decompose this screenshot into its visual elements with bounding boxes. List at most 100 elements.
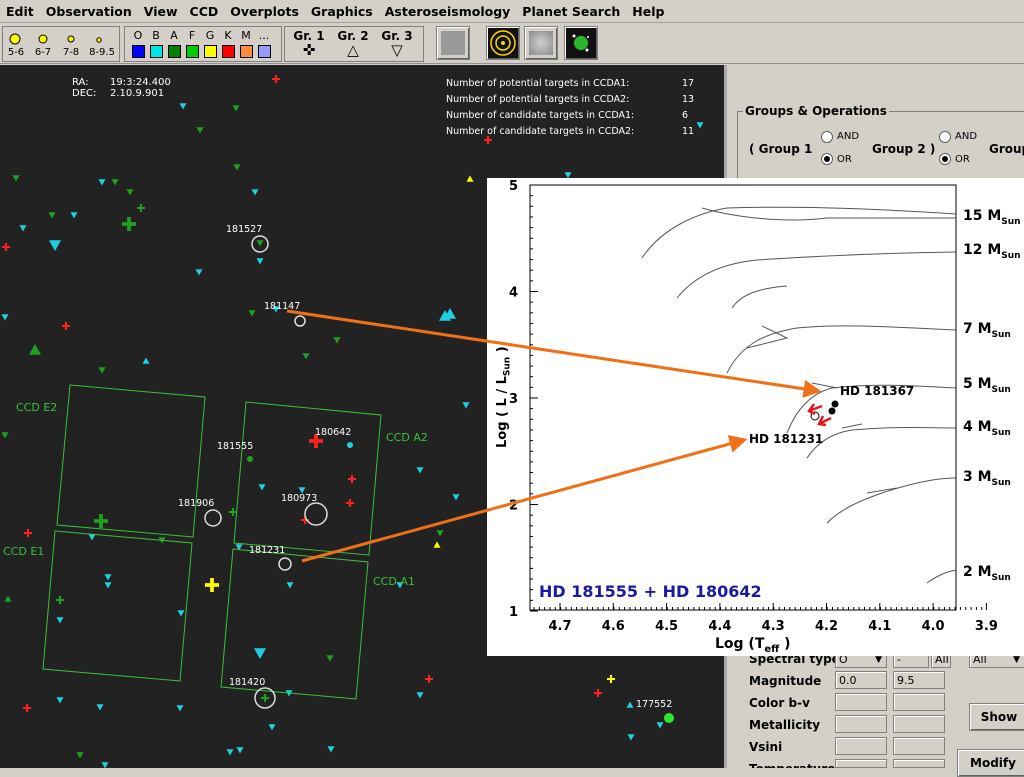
menu-planet-search[interactable]: Planet Search xyxy=(516,4,626,19)
star-marker[interactable] xyxy=(251,189,259,196)
star-marker[interactable] xyxy=(627,734,635,741)
star-marker[interactable] xyxy=(23,704,31,712)
star-marker[interactable] xyxy=(205,578,219,592)
menu-asteroseismology[interactable]: Asteroseismology xyxy=(379,4,517,19)
group1-or-radio[interactable] xyxy=(821,153,833,165)
spectral-type-legend[interactable]: O B A F G K M... xyxy=(124,26,282,62)
star-marker[interactable] xyxy=(126,189,134,196)
star-marker[interactable] xyxy=(24,529,32,537)
target-ring[interactable] xyxy=(278,557,292,571)
star-marker[interactable] xyxy=(462,402,470,409)
noise-view-button[interactable] xyxy=(524,26,558,60)
star-marker[interactable] xyxy=(286,582,294,589)
star-marker[interactable] xyxy=(104,574,112,581)
star-marker[interactable] xyxy=(248,310,256,317)
star-marker[interactable] xyxy=(348,475,356,483)
menu-observation[interactable]: Observation xyxy=(40,4,138,19)
star-marker[interactable] xyxy=(346,499,354,507)
group1-and-radio[interactable] xyxy=(821,131,833,143)
star-marker[interactable] xyxy=(466,175,474,182)
magnitude-min-field[interactable]: 0.0 xyxy=(835,671,887,689)
menu-ccd[interactable]: CCD xyxy=(184,4,225,19)
star-marker[interactable] xyxy=(49,240,61,251)
star-marker[interactable] xyxy=(347,442,353,448)
star-marker[interactable] xyxy=(607,675,615,683)
menu-overplots[interactable]: Overplots xyxy=(224,4,305,19)
star-marker[interactable] xyxy=(56,617,64,624)
star-marker[interactable] xyxy=(258,484,266,491)
target-ring[interactable] xyxy=(304,502,328,526)
magnitude-legend[interactable]: 5-6 6-7 7-8 8-9.5 xyxy=(2,26,120,62)
star-marker[interactable] xyxy=(433,541,441,548)
star-marker[interactable] xyxy=(484,136,492,144)
field-view-button[interactable] xyxy=(564,26,598,60)
star-marker[interactable] xyxy=(229,508,237,516)
menu-help[interactable]: Help xyxy=(626,4,670,19)
star-marker[interactable] xyxy=(226,749,234,756)
star-marker[interactable] xyxy=(29,344,41,355)
star-marker[interactable] xyxy=(254,648,266,659)
target-ring[interactable] xyxy=(204,509,222,527)
star-marker[interactable] xyxy=(696,122,704,129)
vsini-min-field[interactable] xyxy=(835,737,887,755)
star-marker[interactable] xyxy=(179,103,187,110)
vsini-max-field[interactable] xyxy=(893,737,945,755)
star-marker[interactable] xyxy=(2,243,10,251)
sky-image-button[interactable] xyxy=(436,26,470,60)
star-marker[interactable] xyxy=(62,322,70,330)
star-marker[interactable] xyxy=(88,534,96,541)
group-symbols-legend[interactable]: Gr. 1 Gr. 2 Gr. 3 ✜ △ ▽ xyxy=(284,26,424,62)
star-marker[interactable] xyxy=(1,432,9,439)
hr-star-point[interactable] xyxy=(828,407,836,415)
star-marker[interactable] xyxy=(272,75,280,83)
star-marker[interactable] xyxy=(176,705,184,712)
star-marker[interactable] xyxy=(56,596,64,604)
star-marker[interactable] xyxy=(302,353,310,360)
target-view-button[interactable] xyxy=(486,26,520,60)
target-ring[interactable] xyxy=(294,315,306,327)
star-marker[interactable] xyxy=(594,689,602,697)
star-marker[interactable] xyxy=(4,595,12,602)
show-button[interactable]: Show xyxy=(969,703,1024,731)
star-marker[interactable] xyxy=(1,314,9,321)
menu-graphics[interactable]: Graphics xyxy=(305,4,379,19)
star-marker[interactable] xyxy=(261,694,269,702)
star-marker[interactable] xyxy=(177,610,185,617)
magnitude-max-field[interactable]: 9.5 xyxy=(893,671,945,689)
star-marker[interactable] xyxy=(247,456,253,462)
star-marker[interactable] xyxy=(656,722,664,729)
star-marker[interactable] xyxy=(327,746,335,753)
metallicity-min-field[interactable] xyxy=(835,715,887,733)
modify-button[interactable]: Modify xyxy=(957,749,1024,777)
menu-edit[interactable]: Edit xyxy=(0,4,40,19)
star-marker[interactable] xyxy=(268,724,276,731)
star-marker[interactable] xyxy=(96,704,104,711)
star-marker[interactable] xyxy=(626,701,634,708)
star-marker[interactable] xyxy=(101,762,109,769)
color-bv-max-field[interactable] xyxy=(893,693,945,711)
metallicity-max-field[interactable] xyxy=(893,715,945,733)
temperature-min-field[interactable] xyxy=(835,759,887,768)
star-marker[interactable] xyxy=(48,212,56,219)
star-marker[interactable] xyxy=(232,105,240,112)
temperature-max-field[interactable] xyxy=(893,759,945,768)
star-marker[interactable] xyxy=(76,752,84,759)
star-marker[interactable] xyxy=(94,514,108,528)
star-marker[interactable] xyxy=(416,467,424,474)
star-marker[interactable] xyxy=(236,747,244,754)
star-marker[interactable] xyxy=(425,675,433,683)
star-marker[interactable] xyxy=(333,337,341,344)
star-marker[interactable] xyxy=(19,225,27,232)
star-marker[interactable] xyxy=(122,217,136,231)
star-marker[interactable] xyxy=(196,127,204,134)
star-marker[interactable] xyxy=(326,655,334,662)
hr-star-point[interactable] xyxy=(831,400,839,408)
star-marker[interactable] xyxy=(664,713,674,723)
color-bv-min-field[interactable] xyxy=(835,693,887,711)
group2-or-radio[interactable] xyxy=(939,153,951,165)
star-marker[interactable] xyxy=(104,582,112,589)
star-marker[interactable] xyxy=(416,692,424,699)
star-marker[interactable] xyxy=(137,204,145,212)
star-marker[interactable] xyxy=(98,367,106,374)
star-marker[interactable] xyxy=(452,494,460,501)
